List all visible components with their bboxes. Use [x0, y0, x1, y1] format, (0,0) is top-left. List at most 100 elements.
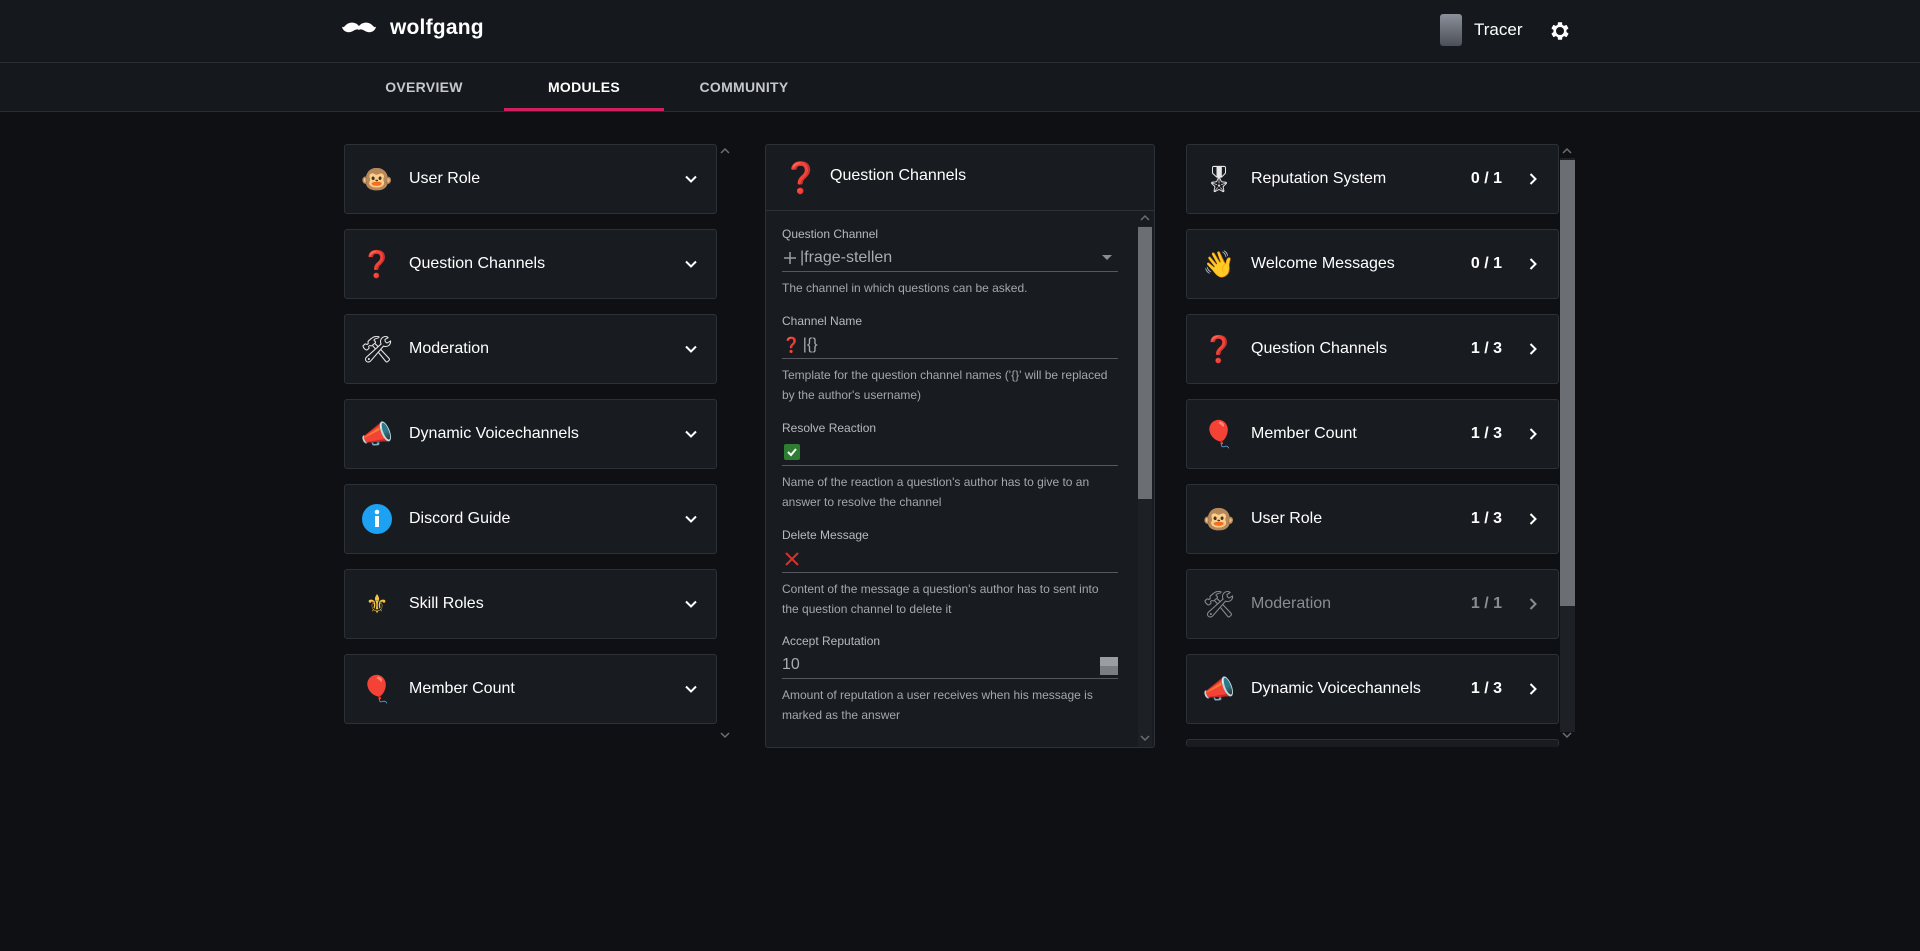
- chevron-down-icon[interactable]: [684, 427, 698, 441]
- module-card-dynamic-voicechannels[interactable]: 📣 Dynamic Voicechannels: [344, 399, 717, 469]
- question-channels-panel: ❓ Question Channels Question Channel |fr…: [765, 144, 1155, 748]
- tools-icon: 🛠: [1202, 588, 1236, 619]
- chevron-right-icon[interactable]: [1526, 427, 1540, 441]
- question-mark-icon: ❓: [360, 248, 394, 279]
- chevron-right-icon[interactable]: [1526, 257, 1540, 271]
- question-mark-icon: ❓: [782, 337, 801, 354]
- megaphone-icon: 📣: [1202, 673, 1236, 704]
- field-label: Delete Message: [782, 528, 869, 542]
- right-scrollbar-thumb[interactable]: [1560, 160, 1575, 606]
- field-value: 10: [782, 656, 800, 673]
- module-label: Skill Roles: [409, 595, 484, 612]
- scroll-down-arrow[interactable]: [719, 730, 731, 740]
- channel-name-field: Channel Name ❓ |{} Template for the ques…: [782, 314, 1118, 405]
- monkey-icon: 🐵: [360, 163, 394, 194]
- avatar: [1440, 14, 1462, 46]
- app-logo[interactable]: wolfgang: [342, 16, 484, 40]
- chevron-down-icon[interactable]: [684, 342, 698, 356]
- waving-hand-icon: 👋: [1202, 248, 1236, 279]
- module-card-member-count[interactable]: 🎈 Member Count: [344, 654, 717, 724]
- field-help: The channel in which questions can be as…: [782, 281, 1028, 295]
- module-label: Question Channels: [409, 255, 546, 272]
- chevron-down-icon[interactable]: [684, 257, 698, 271]
- module-label: Dynamic Voicechannels: [409, 425, 579, 442]
- question-mark-icon: ❓: [1202, 333, 1236, 364]
- chevron-down-icon[interactable]: [684, 512, 698, 526]
- module-card-member-count[interactable]: 🎈 Member Count 1 / 3: [1186, 399, 1559, 469]
- module-label: Moderation: [409, 340, 490, 357]
- tools-icon: 🛠: [360, 333, 394, 364]
- module-card-question-channels[interactable]: ❓ Question Channels: [344, 229, 717, 299]
- chevron-right-icon[interactable]: [1526, 682, 1540, 696]
- module-card-moderation[interactable]: 🛠 Moderation: [344, 314, 717, 384]
- module-count: 0 / 1: [1470, 170, 1502, 187]
- chevron-down-icon[interactable]: [684, 682, 698, 696]
- chevron-down-icon[interactable]: [684, 172, 698, 186]
- medal-icon: 🎖: [1202, 163, 1236, 194]
- module-card-question-channels[interactable]: ❓ Question Channels 1 / 3: [1186, 314, 1559, 384]
- module-card-user-role[interactable]: 🐵 User Role: [344, 144, 717, 214]
- field-help: Template for the question channel names …: [782, 368, 1108, 402]
- chevron-down-icon[interactable]: [1102, 255, 1112, 260]
- module-card-dynamic-voicechannels[interactable]: 📣 Dynamic Voicechannels 1 / 3: [1186, 654, 1559, 724]
- resolve-reaction-input[interactable]: [782, 439, 1118, 466]
- user-menu[interactable]: Tracer: [1440, 14, 1523, 46]
- gear-icon[interactable]: [1548, 19, 1572, 43]
- panel-header: ❓ Question Channels: [766, 145, 1154, 211]
- module-card-partial[interactable]: [1186, 739, 1559, 747]
- module-label: Discord Guide: [409, 510, 511, 527]
- field-label: Channel Name: [782, 314, 863, 328]
- question-channel-field: Question Channel |frage-stellen The chan…: [782, 227, 1118, 298]
- field-help: Amount of reputation a user receives whe…: [782, 688, 1093, 722]
- app-name: wolfgang: [390, 16, 484, 39]
- field-help: Content of the message a question's auth…: [782, 582, 1099, 616]
- fleur-de-lis-icon: ⚜: [365, 588, 389, 619]
- module-card-moderation[interactable]: 🛠 Moderation 1 / 1: [1186, 569, 1559, 639]
- accept-reputation-input[interactable]: 10: [782, 652, 1118, 679]
- module-count: 1 / 3: [1470, 425, 1502, 442]
- panel-scrollbar-thumb[interactable]: [1138, 227, 1152, 499]
- hashtag-icon: [784, 252, 796, 264]
- user-name: Tracer: [1474, 20, 1523, 39]
- tab-overview[interactable]: OVERVIEW: [344, 63, 504, 111]
- module-label: Welcome Messages: [1251, 255, 1395, 272]
- tab-bar: OVERVIEW MODULES COMMUNITY: [0, 63, 1920, 112]
- module-card-discord-guide[interactable]: Discord Guide: [344, 484, 717, 554]
- module-label: Member Count: [409, 680, 515, 697]
- module-card-skill-roles[interactable]: ⚜ Skill Roles: [344, 569, 717, 639]
- delete-message-input[interactable]: [782, 546, 1118, 573]
- module-label: User Role: [409, 170, 481, 187]
- scroll-down-arrow[interactable]: [1139, 733, 1151, 743]
- question-channel-select[interactable]: |frage-stellen: [782, 245, 1118, 272]
- scroll-down-arrow[interactable]: [1561, 730, 1573, 740]
- resolve-reaction-field: Resolve Reaction Name of the reaction a …: [782, 421, 1118, 512]
- module-count: 1 / 3: [1470, 680, 1502, 697]
- chevron-right-icon[interactable]: [1526, 172, 1540, 186]
- field-label: Accept Reputation: [782, 634, 881, 648]
- panel-title: Question Channels: [830, 167, 967, 184]
- mustache-icon: [342, 22, 376, 33]
- module-card-welcome-messages[interactable]: 👋 Welcome Messages 0 / 1: [1186, 229, 1559, 299]
- balloons-icon: 🎈: [360, 673, 394, 704]
- number-stepper[interactable]: [1100, 657, 1118, 675]
- module-label: User Role: [1251, 510, 1323, 527]
- chevron-right-icon[interactable]: [1526, 512, 1540, 526]
- channel-name-input[interactable]: ❓ |{}: [782, 332, 1118, 359]
- module-label: Dynamic Voicechannels: [1251, 680, 1421, 697]
- tab-modules[interactable]: MODULES: [504, 63, 664, 111]
- tab-community[interactable]: COMMUNITY: [664, 63, 824, 111]
- chevron-right-icon[interactable]: [1526, 597, 1540, 611]
- scroll-up-arrow[interactable]: [719, 146, 731, 156]
- accept-reputation-field: Accept Reputation 10 Amount of reputatio…: [782, 634, 1118, 725]
- module-label: Member Count: [1251, 425, 1357, 442]
- scroll-up-arrow[interactable]: [1139, 213, 1151, 223]
- chevron-down-icon[interactable]: [684, 597, 698, 611]
- chevron-right-icon[interactable]: [1526, 342, 1540, 356]
- check-mark-icon: [784, 444, 800, 460]
- question-mark-icon: ❓: [782, 162, 820, 195]
- scroll-up-arrow[interactable]: [1561, 146, 1573, 156]
- module-count: 1 / 1: [1470, 595, 1502, 612]
- module-card-reputation-system[interactable]: 🎖 Reputation System 0 / 1: [1186, 144, 1559, 214]
- module-card-user-role[interactable]: 🐵 User Role 1 / 3: [1186, 484, 1559, 554]
- field-value: |{}: [802, 336, 818, 353]
